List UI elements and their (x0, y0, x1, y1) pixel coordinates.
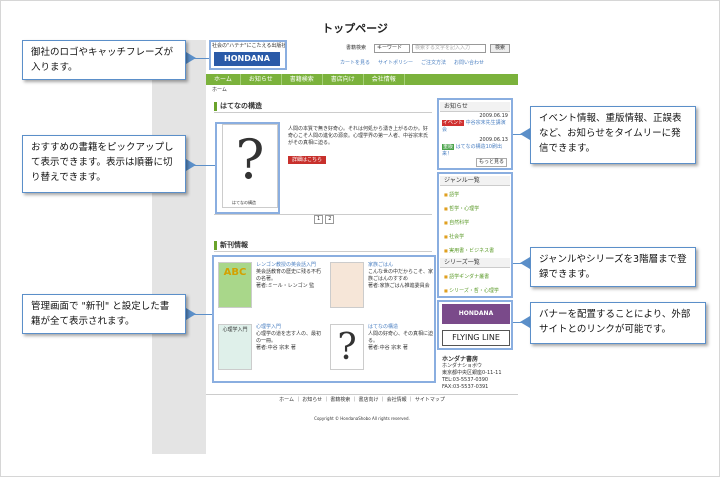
featured-detail-button[interactable]: 詳細はこちら (288, 156, 327, 164)
search-select[interactable]: キーワード (374, 44, 410, 53)
genre-highlight (437, 172, 513, 298)
genre-callout: ジャンルやシリーズを3階層まで登録できます。 (530, 247, 696, 287)
news-pointer (520, 128, 530, 140)
footer-divider (206, 394, 518, 395)
featured-heading: はてなの構造 (214, 102, 262, 111)
news-highlight (437, 98, 513, 170)
nav-company[interactable]: 会社情報 (364, 74, 405, 85)
news-callout: イベント情報、重版情報、正誤表など、お知らせをタイムリーに発信できます。 (530, 106, 696, 164)
featured-pointer (186, 159, 196, 171)
featured-text: 人間の本質で無き好奇心。それは何処から湧き上がるのか。好奇心こそ人間の進化の源泉… (288, 126, 429, 146)
featured-divider (214, 112, 432, 113)
company-tel: TEL:03-5537-0390 (442, 377, 489, 383)
utility-links: カートを見る サイトポリシー ご注文方法 お問い合わせ (340, 60, 484, 67)
featured-callout: おすすめの書籍をピックアップして表示できます。表示は順番に切り替えできます。 (22, 135, 186, 193)
new-books-highlight (212, 255, 436, 383)
page-title: トップページ (322, 22, 388, 35)
logo-callout: 御社のロゴやキャッチフレーズが入ります。 (22, 40, 186, 80)
company-info: ホンダナ書房 ホンダナショボウ 東京都中央区銀座0-11-11 TEL:03-5… (442, 356, 510, 391)
banner-highlight (437, 300, 513, 350)
main-nav: ホーム お知らせ 書籍検索 書店向け 会社情報 (206, 74, 518, 85)
featured-highlight (215, 122, 280, 214)
featured-pager: 1 2 (314, 215, 335, 224)
nav-search[interactable]: 書籍検索 (282, 74, 323, 85)
company-fax: FAX:03-5537-0391 (442, 384, 489, 390)
new-books-callout: 管理画面で "新刊" と設定した書籍が全て表示されます。 (22, 294, 186, 334)
footer-links[interactable]: ホーム ｜ お知らせ ｜ 書籍検索 ｜ 書店向け ｜ 会社情報 ｜ サイトマップ (206, 397, 518, 404)
nav-store[interactable]: 書店向け (323, 74, 364, 85)
policy-link[interactable]: サイトポリシー (378, 60, 413, 67)
contact-link[interactable]: お問い合わせ (454, 60, 484, 67)
breadcrumb[interactable]: ホーム (212, 87, 227, 94)
copyright: Copyright © HondanaShobo All rights rese… (314, 416, 410, 421)
company-name: ホンダナ書房 (442, 356, 479, 363)
new-books-heading: 新刊情報 (214, 241, 248, 250)
new-books-pointer (186, 308, 196, 320)
banner-pointer (520, 316, 530, 328)
new-books-divider (214, 251, 432, 252)
search-label: 書籍検索 (346, 45, 367, 51)
pager-2[interactable]: 2 (325, 215, 335, 224)
logo-highlight (209, 40, 287, 70)
banner-callout: バナーを配置することにより、外部サイトとのリンクが可能です。 (530, 302, 706, 344)
logo-pointer (186, 52, 196, 64)
cart-link[interactable]: カートを見る (340, 60, 370, 67)
order-link[interactable]: ご注文方法 (421, 60, 446, 67)
company-address: 東京都中央区銀座0-11-11 (442, 370, 502, 376)
genre-pointer (520, 257, 530, 269)
pager-1[interactable]: 1 (314, 215, 324, 224)
nav-home[interactable]: ホーム (206, 74, 241, 85)
search-button[interactable]: 検索 (490, 44, 510, 53)
search-input[interactable]: 検索する文字を記入入力 (412, 44, 486, 53)
company-kana: ホンダナショボウ (442, 363, 483, 369)
nav-news[interactable]: お知らせ (241, 74, 282, 85)
